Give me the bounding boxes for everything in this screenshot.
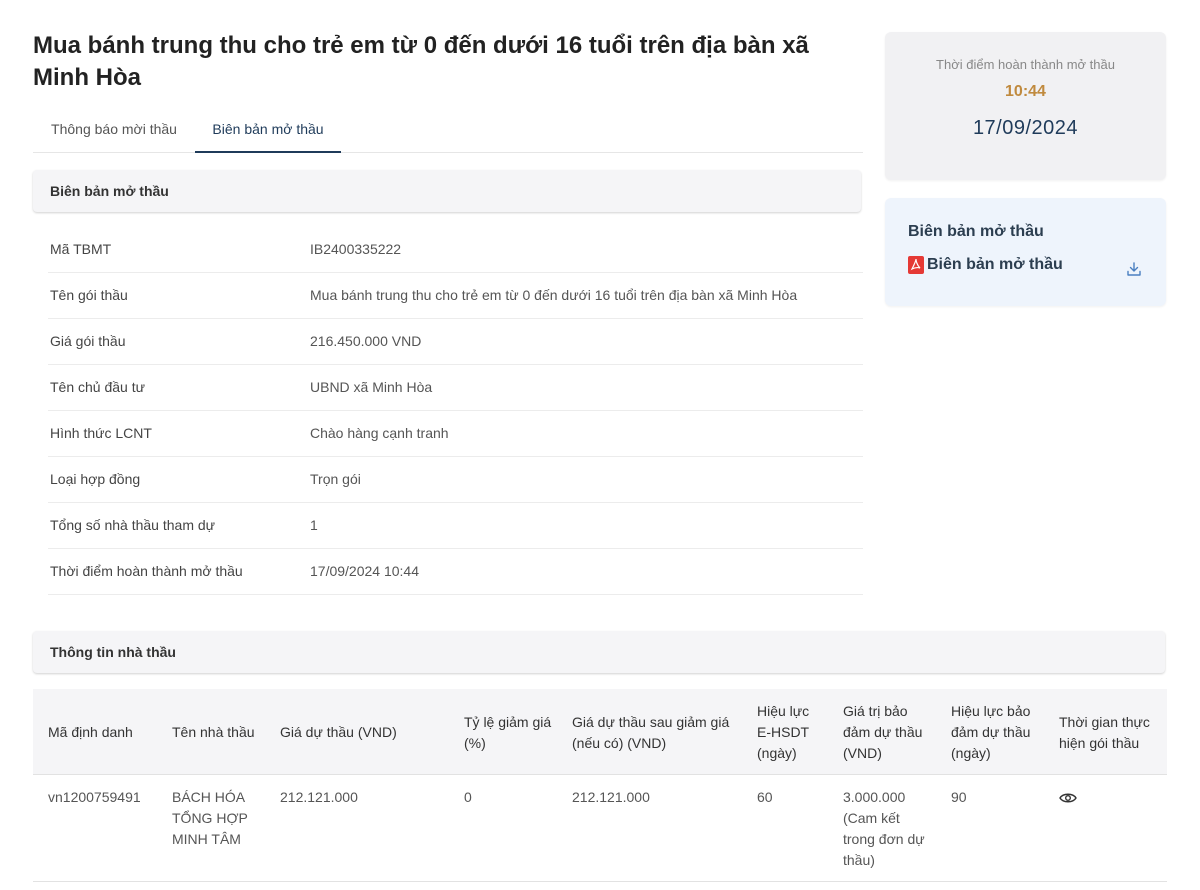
info-value: 216.450.000 VND [310, 333, 422, 349]
pdf-icon [908, 256, 924, 274]
info-value: IB2400335222 [310, 241, 402, 257]
info-row: Giá gói thầu 216.450.000 VND [48, 319, 863, 365]
table-header-row: Mã định danh Tên nhà thầu Giá dự thầu (V… [33, 689, 1167, 775]
download-icon[interactable] [1126, 261, 1142, 277]
tab-thong-bao-moi-thau[interactable]: Thông báo mời thầu [33, 110, 195, 153]
info-label: Mã TBMT [50, 241, 112, 257]
column-header: Hiệu lực bảo đảm dự thầu (ngày) [951, 703, 1031, 761]
cell-validity: 60 [757, 789, 773, 805]
cell-guarantee-validity: 90 [951, 789, 967, 805]
opening-time-date: 17/09/2024 [972, 117, 1079, 139]
info-row: Tổng số nhà thầu tham dự 1 [48, 503, 863, 549]
info-label: Thời điểm hoàn thành mở thầu [50, 563, 243, 579]
info-value: UBND xã Minh Hòa [310, 379, 433, 395]
info-row: Tên gói thầu Mua bánh trung thu cho trẻ … [48, 273, 863, 319]
cell-discount: 0 [464, 789, 472, 805]
cell-duration [1051, 775, 1167, 882]
document-link[interactable]: Biên bản mở thầu [908, 256, 1063, 274]
cell-bid-price: 212.121.000 [280, 789, 358, 805]
info-label: Tổng số nhà thầu tham dự [50, 517, 216, 533]
cell-name: BÁCH HÓA TỔNG HỢP MINH TÂM [172, 789, 248, 847]
column-header: Giá dự thầu sau giảm giá (nếu có) (VND) [572, 713, 730, 751]
info-label: Giá gói thầu [50, 333, 126, 349]
info-label: Tên chủ đầu tư [50, 379, 145, 395]
info-value: Trọn gói [310, 471, 361, 487]
opening-time-card: Thời điểm hoàn thành mở thầu 10:44 17/09… [885, 32, 1166, 180]
column-header: Giá dự thầu (VND) [280, 724, 397, 740]
page-title: Mua bánh trung thu cho trẻ em từ 0 đến d… [33, 32, 809, 91]
tab-bien-ban-mo-thau[interactable]: Biên bản mở thầu [195, 110, 341, 153]
info-label: Loại hợp đồng [50, 471, 141, 487]
info-row: Tên chủ đầu tư UBND xã Minh Hòa [48, 365, 863, 411]
info-value: 17/09/2024 10:44 [310, 563, 419, 579]
opening-time-hour: 10:44 [1005, 83, 1046, 100]
cell-id: vn1200759491 [48, 789, 141, 805]
table-row: vn1200759491 BÁCH HÓA TỔNG HỢP MINH TÂM … [33, 775, 1167, 882]
section-header-thong-tin-nha-thau: Thông tin nhà thầu [33, 631, 1165, 673]
column-header: Tỷ lệ giảm giá (%) [464, 713, 552, 751]
info-label: Tên gói thầu [50, 287, 128, 303]
info-row: Loại hợp đồng Trọn gói [48, 457, 863, 503]
column-header: Tên nhà thầu [172, 724, 255, 740]
column-header: Hiệu lực E-HSDT (ngày) [757, 703, 810, 761]
info-row: Thời điểm hoàn thành mở thầu 17/09/2024 … [48, 549, 863, 595]
info-row: Hình thức LCNT Chào hàng cạnh tranh [48, 411, 863, 457]
cell-guarantee: 3.000.000 (Cam kết trong đơn dự thầu) [843, 789, 925, 868]
column-header: Mã định danh [48, 724, 133, 740]
document-link-label: Biên bản mở thầu [927, 256, 1063, 273]
tab-bar: Thông báo mời thầu Biên bản mở thầu [33, 110, 863, 153]
cell-price-after: 212.121.000 [572, 789, 650, 805]
info-row: Mã TBMT IB2400335222 [48, 227, 863, 273]
info-label: Hình thức LCNT [50, 425, 152, 441]
info-table: Mã TBMT IB2400335222 Tên gói thầu Mua bá… [33, 227, 863, 595]
eye-icon[interactable] [1059, 792, 1077, 804]
section-header-bien-ban: Biên bản mở thầu [33, 170, 861, 212]
document-card: Biên bản mở thầu Biên bản mở thầu [885, 198, 1166, 306]
info-value: Mua bánh trung thu cho trẻ em từ 0 đến d… [310, 287, 798, 303]
info-value: Chào hàng cạnh tranh [310, 425, 449, 441]
document-card-title: Biên bản mở thầu [908, 223, 1044, 240]
info-value: 1 [310, 517, 318, 533]
column-header: Thời gian thực hiện gói thầu [1059, 713, 1150, 751]
column-header: Giá trị bảo đảm dự thầu (VND) [843, 703, 923, 761]
opening-time-label: Thời điểm hoàn thành mở thầu [936, 57, 1115, 72]
contractor-table: Mã định danh Tên nhà thầu Giá dự thầu (V… [33, 689, 1167, 882]
